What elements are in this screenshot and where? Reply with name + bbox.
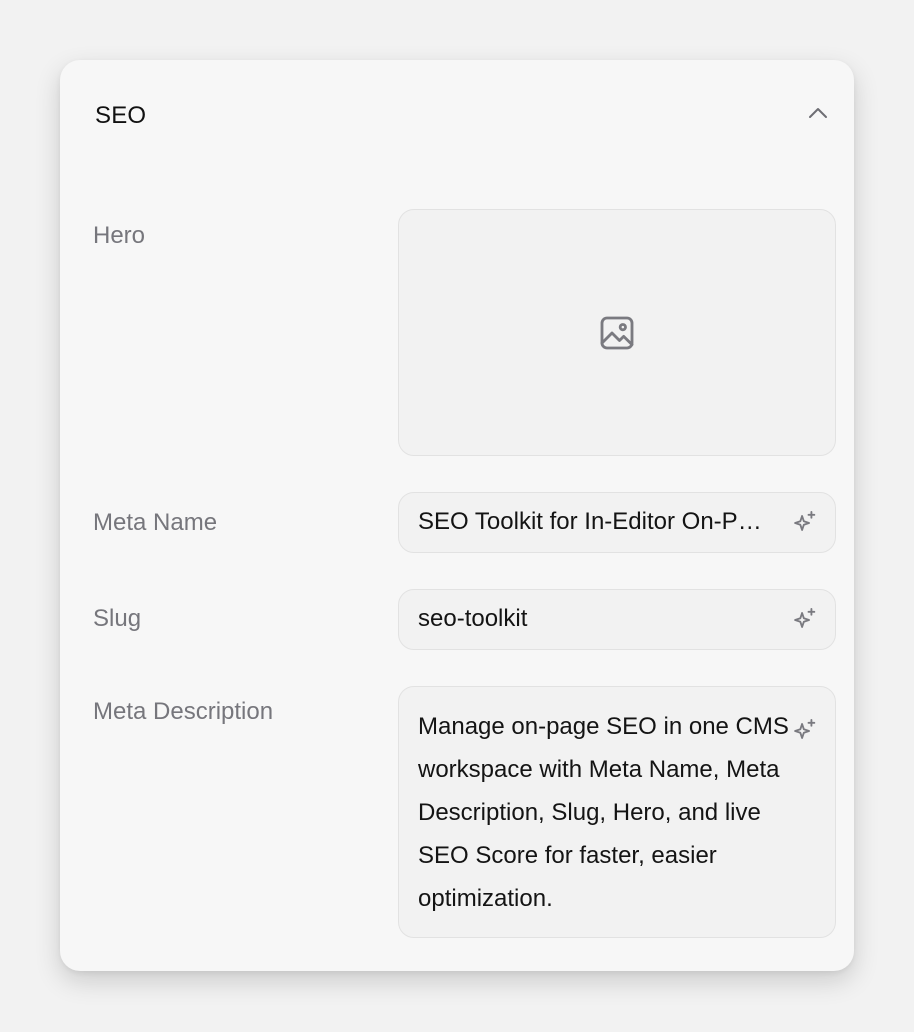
meta-name-input[interactable]: SEO Toolkit for In-Editor On-Page Optimi… bbox=[418, 493, 770, 551]
hero-image-dropzone[interactable] bbox=[398, 209, 836, 456]
hero-label: Hero bbox=[93, 222, 146, 249]
meta-name-label: Meta Name bbox=[93, 509, 218, 536]
slug-input[interactable]: seo-toolkit bbox=[418, 590, 770, 648]
sparkle-icon bbox=[794, 718, 816, 739]
chevron-up-icon bbox=[809, 108, 827, 118]
sparkle-icon bbox=[794, 510, 816, 531]
seo-panel: SEO Hero Meta Name SEO Toolkit for In-Ed… bbox=[60, 60, 854, 971]
slug-label: Slug bbox=[93, 605, 142, 632]
slug-generate-button[interactable] bbox=[789, 604, 821, 636]
meta-name-generate-button[interactable] bbox=[789, 507, 821, 539]
image-icon bbox=[600, 316, 634, 349]
meta-description-field-wrapper: Manage on-page SEO in one CMS workspace … bbox=[398, 686, 836, 938]
slug-field-wrapper: seo-toolkit bbox=[398, 589, 836, 650]
meta-description-label: Meta Description bbox=[93, 698, 274, 725]
meta-description-textarea[interactable]: Manage on-page SEO in one CMS workspace … bbox=[418, 705, 793, 920]
collapse-button[interactable] bbox=[802, 98, 834, 130]
meta-description-generate-button[interactable] bbox=[789, 715, 821, 747]
meta-name-field-wrapper: SEO Toolkit for In-Editor On-Page Optimi… bbox=[398, 492, 836, 553]
panel-title: SEO bbox=[95, 102, 147, 129]
sparkle-icon bbox=[794, 607, 816, 628]
